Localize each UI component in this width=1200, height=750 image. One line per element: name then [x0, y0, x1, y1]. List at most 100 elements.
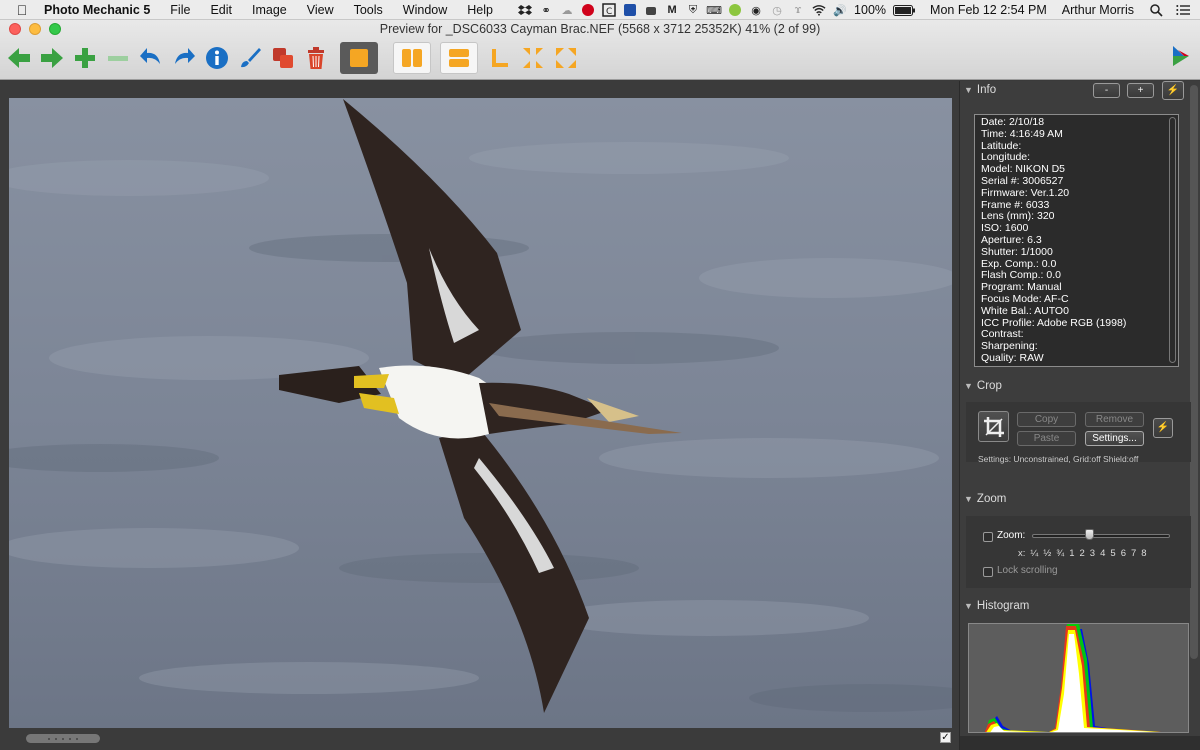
grid-app-icon[interactable] [623, 3, 637, 17]
menu-image[interactable]: Image [242, 3, 297, 17]
info-row: White Bal.: AUTO0 [981, 304, 1069, 317]
zoom-checkbox[interactable] [983, 532, 993, 542]
panel-scrollbar[interactable] [1190, 85, 1198, 659]
user-name[interactable]: Arthur Morris [1062, 3, 1134, 17]
menu-view[interactable]: View [297, 3, 344, 17]
info-plus-button[interactable]: + [1127, 83, 1154, 98]
disclosure-triangle-icon[interactable]: ▼ [964, 85, 973, 95]
split-vertical-icon[interactable] [393, 42, 431, 74]
toolbar [4, 40, 581, 76]
brush-icon[interactable] [235, 43, 265, 73]
disclosure-triangle-icon[interactable]: ▼ [964, 494, 973, 504]
svg-text:C: C [606, 7, 612, 17]
info-icon[interactable] [202, 43, 232, 73]
clock[interactable]: Mon Feb 12 2:54 PM [930, 3, 1047, 17]
menu-help[interactable]: Help [457, 3, 503, 17]
zoom-section-header[interactable]: ▼ Zoom [964, 493, 1006, 505]
preview-image[interactable] [9, 98, 952, 728]
copy-stack-icon[interactable] [268, 43, 298, 73]
menu-window[interactable]: Window [393, 3, 457, 17]
zoom-slider-knob[interactable] [1084, 529, 1094, 540]
plus-icon[interactable] [70, 43, 100, 73]
keyboard-icon[interactable]: ⌨ [706, 3, 722, 17]
zoom-controls: Zoom: x: ¼ ½ ¾ 1 2 3 4 5 6 7 8 Lock scrolling [966, 516, 1191, 588]
cloud-sync-icon[interactable]: ☁ [560, 3, 574, 17]
info-section-header[interactable]: ▼ Info [964, 84, 996, 96]
window-titlebar: Preview for _DSC6033 Cayman Brac.NEF (55… [0, 20, 1200, 80]
zoom-label: Zoom: [997, 530, 1026, 541]
info-row: Firmware: Ver.1.20 [981, 186, 1070, 199]
info-rows: Date: 2/10/18 Time: 4:16:49 AM Latitude: Lo… [981, 116, 1178, 365]
spotlight-search-icon[interactable] [1149, 3, 1163, 17]
apple-icon[interactable]:  [0, 2, 44, 18]
info-scrollbar[interactable] [1169, 117, 1176, 363]
zoom-tick-label: 4 [1100, 548, 1106, 559]
trash-icon[interactable] [301, 43, 331, 73]
malwarebytes-icon[interactable]: M [665, 3, 679, 17]
horizontal-scroll-thumb[interactable] [26, 734, 100, 743]
crop-section-header[interactable]: ▼ Crop [964, 380, 1002, 392]
histogram-section-header[interactable]: ▼ Histogram [964, 600, 1029, 612]
info-text-box[interactable]: Date: 2/10/18 Time: 4:16:49 AM Latitude: Lo… [974, 114, 1179, 367]
arrow-left-icon[interactable] [4, 43, 34, 73]
preview-checkbox[interactable]: ✓ [940, 732, 951, 743]
arrow-right-icon[interactable] [37, 43, 67, 73]
panel-footer [960, 736, 1200, 750]
crop-tool-button[interactable] [978, 411, 1009, 442]
screen:  Photo Mechanic 5 File Edit Image View … [0, 0, 1200, 750]
crop-lightning-button[interactable]: ⚡ [1153, 418, 1173, 438]
time-machine-icon[interactable]: ◷ [770, 3, 784, 17]
crop-settings-button[interactable]: Settings... [1085, 431, 1144, 446]
zoom-tick-label: ¾ [1056, 548, 1065, 559]
binoculars-icon[interactable]: ◉ [749, 3, 763, 17]
info-row: Shutter: 1/1000 [981, 245, 1053, 258]
lock-scrolling-checkbox[interactable] [983, 567, 993, 577]
volume-icon[interactable]: 🔊 [833, 3, 847, 17]
vpn-icon[interactable] [644, 3, 658, 17]
menu-edit[interactable]: Edit [200, 3, 242, 17]
lightning-icon: ⚡ [1156, 422, 1170, 433]
zoom-tick-label: 8 [1141, 548, 1147, 559]
crop-paste-button[interactable]: Paste [1017, 431, 1076, 446]
redo-icon[interactable] [169, 43, 199, 73]
info-row: Aperture: 6.3 [981, 233, 1042, 246]
crop-corner-icon[interactable] [485, 43, 515, 73]
crop-controls: Copy Remove Paste Settings... ⚡ Settings… [966, 402, 1191, 464]
clipboard-c-icon[interactable]: C [602, 3, 616, 17]
green-app-icon[interactable] [728, 3, 742, 17]
undo-icon[interactable] [136, 43, 166, 73]
lock-scrolling-label: Lock scrolling [997, 565, 1058, 576]
disclosure-triangle-icon[interactable]: ▼ [964, 601, 973, 611]
menu-app-name[interactable]: Photo Mechanic 5 [44, 3, 160, 17]
crop-copy-button[interactable]: Copy [1017, 412, 1076, 427]
minus-icon[interactable] [103, 43, 133, 73]
info-row: Time: 4:16:49 AM [981, 127, 1063, 140]
split-horizontal-icon[interactable] [440, 42, 478, 74]
wifi-icon[interactable] [812, 3, 826, 17]
menu-file[interactable]: File [160, 3, 200, 17]
expand-icon[interactable] [551, 43, 581, 73]
preview-bottom-bar: ✓ [0, 729, 959, 750]
preview-area: ✓ [0, 81, 959, 750]
info-minus-button[interactable]: - [1093, 83, 1120, 98]
window-title: Preview for _DSC6033 Cayman Brac.NEF (55… [379, 22, 821, 36]
notification-center-icon[interactable] [1176, 3, 1190, 17]
zoom-tick-label: 6 [1120, 548, 1126, 559]
creative-cloud-icon[interactable]: ⚭ [539, 3, 553, 17]
menu-bar:  Photo Mechanic 5 File Edit Image View … [0, 0, 1200, 20]
menu-tools[interactable]: Tools [344, 3, 393, 17]
crop-remove-button[interactable]: Remove [1085, 412, 1144, 427]
shield-icon[interactable]: ⛨ [686, 3, 700, 17]
red-badge-icon[interactable] [581, 3, 595, 17]
bluetooth-icon[interactable]: ϫ [791, 3, 805, 17]
battery-icon[interactable] [893, 3, 916, 17]
crop-title: Crop [976, 380, 1002, 392]
battery-percent: 100% [854, 3, 887, 17]
info-lightning-button[interactable]: ⚡ [1162, 81, 1184, 100]
disclosure-triangle-icon[interactable]: ▼ [964, 381, 973, 391]
shrink-icon[interactable] [518, 43, 548, 73]
info-row: Focus Mode: AF-C [981, 292, 1069, 305]
zoom-slider-track[interactable] [1032, 534, 1170, 538]
single-view-icon[interactable] [340, 42, 378, 74]
dropbox-icon[interactable] [518, 3, 533, 17]
